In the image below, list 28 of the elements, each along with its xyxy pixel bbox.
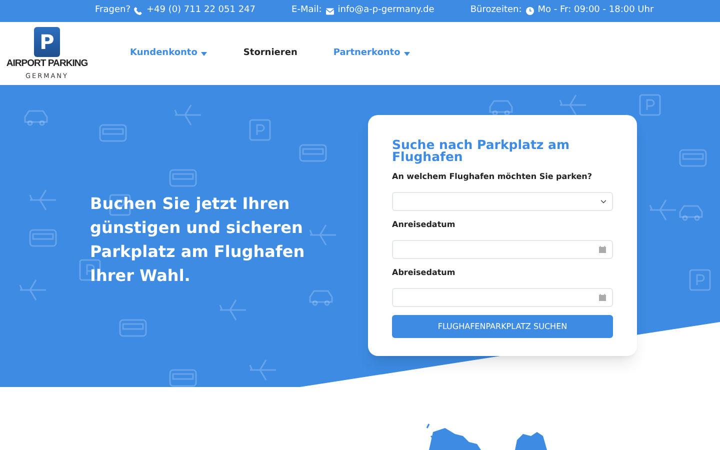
nav-link[interactable]: Stornieren [243,46,298,60]
hours-label: Bürozeiten: [470,4,522,18]
calendar-icon [599,246,606,253]
caret-icon [201,52,208,56]
field-label: Abreisedatum [392,267,456,279]
hero-headline: Buchen Sie jetzt Ihren günstigen und sicheren Parkplatz am Flughafen Ihrer Wahl. [90,193,306,287]
field-label: An welchem Flughafen möchten Sie parken? [392,171,593,183]
search-title: Suche nach Parkplatz am Flughafen [392,139,571,163]
envelope-icon [326,8,334,14]
date-field[interactable] [392,240,613,259]
date-field[interactable] [392,288,613,307]
clock-icon [526,7,534,15]
office-hours: Mo - Fr: 09:00 - 18:00 Uhr [538,4,654,18]
chevron-down-icon [601,200,606,204]
phone-label: Fragen? [95,4,130,18]
email-label: E-Mail: [292,4,322,18]
nav-link[interactable]: Partnerkonto [333,46,410,60]
nav-link[interactable]: Kundenkonto [130,46,208,60]
airport-select[interactable] [392,192,613,211]
caret-icon [404,52,410,56]
logo-letter: P [40,29,54,56]
field-label: Anreisedatum [392,219,456,231]
calendar-icon [599,294,606,301]
logo-name: AIRPORT PARKING [6,59,88,69]
search-button[interactable]: FLUGHAFENPARKPLATZ SUCHEN [392,315,613,338]
phone-icon [134,7,142,15]
phone-number: +49 (0) 711 22 051 247 [146,4,256,18]
email-address[interactable]: info@a-p-germany.de [338,4,434,18]
